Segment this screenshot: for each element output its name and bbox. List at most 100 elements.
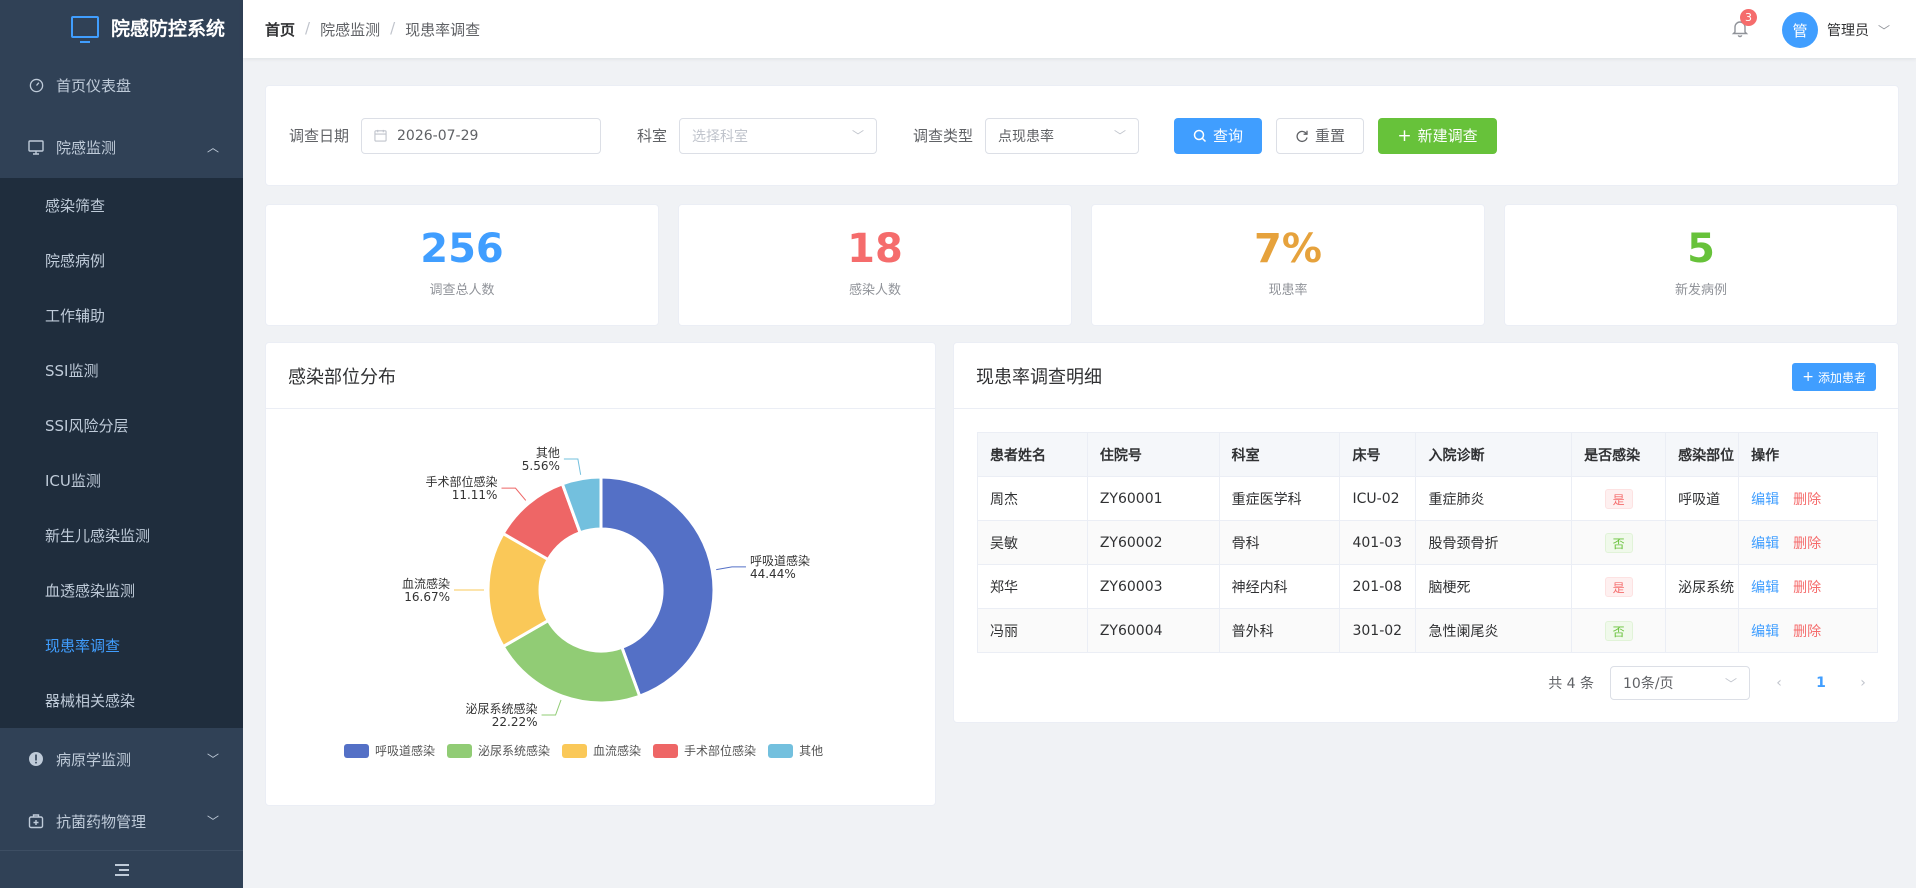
legend-swatch bbox=[653, 743, 679, 758]
total-count: 共 4 条 bbox=[1548, 676, 1594, 692]
query-label: 查询 bbox=[1213, 127, 1244, 145]
cell-actions: 编辑 删除 bbox=[1738, 564, 1878, 609]
donut-chart: 呼吸道感染44.44% 泌尿系统感染22.22% 血流感染16.67% 手术部位感染1… bbox=[402, 446, 810, 729]
delete-link[interactable]: 删除 bbox=[1793, 492, 1821, 508]
breadcrumb-item[interactable]: 院感监测 bbox=[320, 19, 380, 40]
slice-percent-label: 11.11% bbox=[452, 488, 498, 502]
cell-dept: 普外科 bbox=[1219, 608, 1341, 653]
legend-item[interactable]: 其他 bbox=[768, 742, 823, 759]
cell-actions: 编辑 删除 bbox=[1738, 476, 1878, 521]
delete-link[interactable]: 删除 bbox=[1793, 536, 1821, 552]
chevron-down-icon: ﹀ bbox=[206, 752, 219, 767]
edit-link[interactable]: 编辑 bbox=[1751, 492, 1779, 508]
reset-label: 重置 bbox=[1315, 127, 1346, 145]
legend-item[interactable]: 血流感染 bbox=[562, 742, 641, 759]
calendar-icon bbox=[374, 129, 387, 142]
cell-infected: 否 bbox=[1571, 608, 1667, 653]
type-value: 点现患率 bbox=[998, 128, 1055, 145]
sidebar-subitem[interactable]: 感染筛查 bbox=[0, 178, 243, 233]
pagination: 共 4 条 10条/页 ﹀ ‹ 1 › bbox=[954, 666, 1876, 700]
delete-link[interactable]: 删除 bbox=[1793, 580, 1821, 596]
new-survey-button[interactable]: + 新建调查 bbox=[1378, 117, 1498, 154]
dept-label: 科室 bbox=[637, 127, 668, 145]
breadcrumb-separator: / bbox=[305, 18, 311, 37]
filter-bar: 调查日期 2026-07-29 科室 选择科室 ﹀ 调查类型 点现患率 ﹀ 查询… bbox=[265, 85, 1899, 186]
stat-value: 5 bbox=[1687, 226, 1715, 272]
legend-item[interactable]: 呼吸道感染 bbox=[344, 742, 435, 759]
add-patient-button[interactable]: + 添加患者 bbox=[1792, 363, 1876, 391]
status-tag: 是 bbox=[1604, 488, 1633, 509]
date-picker[interactable]: 2026-07-29 bbox=[361, 117, 602, 154]
slice-leader-line bbox=[563, 458, 582, 475]
sidebar-subitem[interactable]: 新生儿感染监测 bbox=[0, 508, 243, 563]
sidebar-subitem[interactable]: 院感病例 bbox=[0, 233, 243, 288]
prev-page-button[interactable]: ‹ bbox=[1766, 675, 1792, 691]
edit-link[interactable]: 编辑 bbox=[1751, 624, 1779, 640]
query-button[interactable]: 查询 bbox=[1174, 117, 1263, 154]
stat-card-infected: 18 感染人数 bbox=[678, 204, 1072, 326]
sidebar-subitem[interactable]: ICU监测 bbox=[0, 453, 243, 508]
sidebar: 院感防控系统 首页仪表盘 院感监测 ︿ 感染筛查 院感病例 工作辅助 SSI监测… bbox=[0, 0, 243, 888]
chart-card: 感染部位分布 呼吸道感染 44.44% 泌尿系统感染 22.22% 血流感染 16.67%… bbox=[265, 342, 936, 806]
sidebar-subitem[interactable]: SSI风险分层 bbox=[0, 398, 243, 453]
notification-bell[interactable]: 3 bbox=[1730, 9, 1757, 38]
reset-button[interactable]: 重置 bbox=[1276, 117, 1365, 154]
page-number[interactable]: 1 bbox=[1808, 675, 1834, 691]
cell-diag: 急性阑尾炎 bbox=[1415, 608, 1573, 653]
cell-dept: 神经内科 bbox=[1219, 564, 1341, 609]
menu-fold-icon bbox=[114, 863, 129, 876]
sidebar-item-antibiotics[interactable]: 抗菌药物管理 ﹀ bbox=[0, 790, 243, 852]
cell-diag: 脑梗死 bbox=[1415, 564, 1573, 609]
legend-item[interactable]: 泌尿系统感染 bbox=[447, 742, 550, 759]
stat-card-total: 256 调查总人数 bbox=[265, 204, 659, 326]
sidebar-item-monitoring[interactable]: 院感监测 ︿ bbox=[0, 116, 243, 178]
sidebar-item-dashboard[interactable]: 首页仪表盘 bbox=[0, 54, 243, 116]
cell-bed: 201-08 bbox=[1339, 564, 1417, 609]
slice-category-label: 泌尿系统感染 bbox=[466, 701, 538, 716]
monitor-icon bbox=[28, 139, 44, 155]
avatar: 管 bbox=[1781, 12, 1818, 48]
sidebar-subitem[interactable]: 血透感染监测 bbox=[0, 563, 243, 618]
sidebar-collapse-toggle[interactable] bbox=[0, 850, 243, 888]
edit-link[interactable]: 编辑 bbox=[1751, 536, 1779, 552]
slice-leader-line bbox=[716, 566, 746, 571]
slice-percent-label: 44.44% bbox=[750, 567, 796, 581]
refresh-icon bbox=[1296, 130, 1308, 142]
search-icon bbox=[1193, 129, 1207, 142]
breadcrumb-current: 现患率调查 bbox=[405, 20, 481, 39]
delete-link[interactable]: 删除 bbox=[1793, 624, 1821, 640]
chevron-down-icon: ﹀ bbox=[206, 814, 219, 829]
chart-legend: 呼吸道感染 泌尿系统感染 血流感染 手术部位感染 其他 bbox=[344, 742, 823, 759]
edit-link[interactable]: 编辑 bbox=[1751, 580, 1779, 596]
sidebar-item-pathogen[interactable]: 病原学监测 ﹀ bbox=[0, 728, 243, 790]
cell-id: ZY60004 bbox=[1087, 608, 1220, 653]
page-size-value: 10条/页 bbox=[1623, 676, 1674, 692]
cell-infected: 是 bbox=[1571, 476, 1667, 521]
stat-card-new-cases: 5 新发病例 bbox=[1504, 204, 1898, 326]
slice-leader-line bbox=[541, 699, 562, 716]
sidebar-subitem-active[interactable]: 现患率调查 bbox=[0, 618, 243, 673]
column-header: 感染部位 bbox=[1665, 432, 1740, 477]
slice-percent-label: 22.22% bbox=[492, 715, 538, 729]
cell-name: 冯丽 bbox=[977, 608, 1088, 653]
sidebar-subitem[interactable]: 工作辅助 bbox=[0, 288, 243, 343]
legend-item[interactable]: 手术部位感染 bbox=[653, 742, 756, 759]
legend-swatch bbox=[562, 743, 588, 758]
sidebar-item-label: 院感监测 bbox=[56, 138, 117, 157]
status-tag: 否 bbox=[1604, 532, 1633, 553]
sidebar-item-label: 病原学监测 bbox=[56, 750, 132, 769]
cell-actions: 编辑 删除 bbox=[1738, 608, 1878, 653]
cell-id: ZY60001 bbox=[1087, 476, 1220, 521]
next-page-button[interactable]: › bbox=[1850, 675, 1876, 691]
breadcrumb-home[interactable]: 首页 bbox=[265, 19, 295, 40]
cell-site: 呼吸道 bbox=[1665, 476, 1740, 521]
page-size-select[interactable]: 10条/页 ﹀ bbox=[1610, 666, 1750, 700]
sidebar-subitem[interactable]: SSI监测 bbox=[0, 343, 243, 398]
sidebar-subitem[interactable]: 器械相关感染 bbox=[0, 673, 243, 728]
slice-category-label: 呼吸道感染 bbox=[750, 553, 810, 568]
type-select[interactable]: 点现患率 ﹀ bbox=[985, 117, 1140, 154]
cell-bed: ICU-02 bbox=[1339, 476, 1417, 521]
user-menu[interactable]: 管 管理员 ﹀ bbox=[1781, 12, 1890, 48]
dept-select[interactable]: 选择科室 ﹀ bbox=[679, 117, 878, 154]
column-header: 住院号 bbox=[1087, 432, 1220, 477]
